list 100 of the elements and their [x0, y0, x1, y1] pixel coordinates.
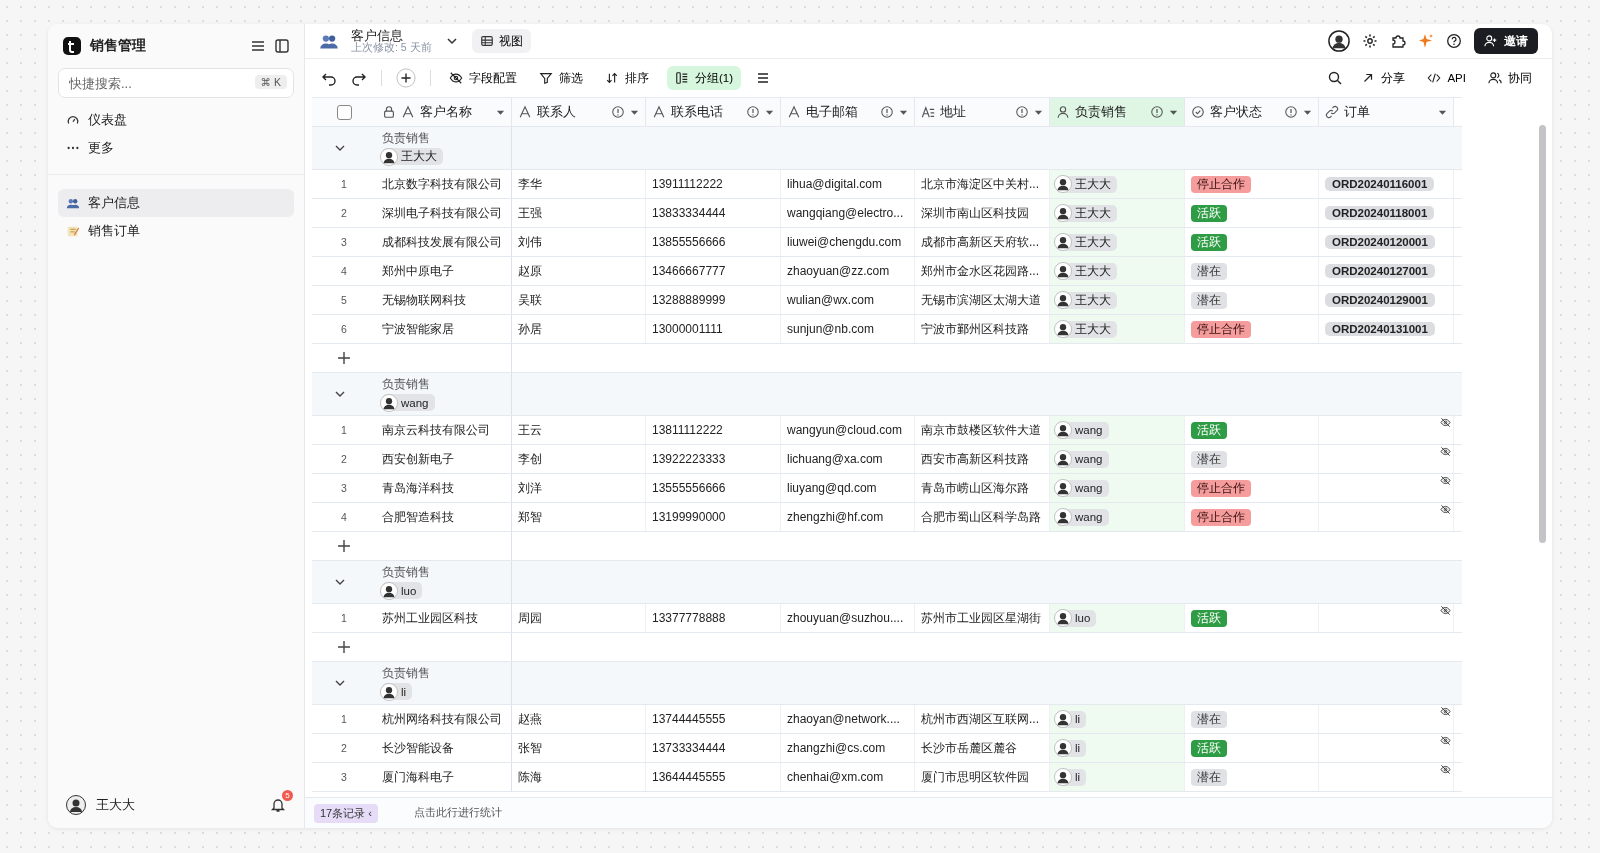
column-header[interactable]: 联系人: [512, 98, 646, 126]
table-cell: 青岛海洋科技: [376, 474, 512, 502]
row-number: 1: [340, 712, 348, 727]
row-number: 4: [340, 510, 348, 525]
nav-item[interactable]: 更多: [58, 134, 294, 162]
table-cell: 13855556666: [646, 228, 781, 256]
last-modified: 上次修改: 5 天前: [351, 42, 432, 54]
record-count[interactable]: 17条记录 ‹: [314, 803, 378, 823]
avatar-icon: [1054, 320, 1072, 338]
filter-icon: [539, 71, 553, 85]
column-title: 负责销售: [1075, 103, 1127, 121]
user-chip: wang: [382, 394, 435, 411]
select-all-checkbox[interactable]: [336, 104, 352, 120]
status-tag: 活跃: [1191, 609, 1227, 627]
field-config-button[interactable]: 字段配置: [445, 66, 521, 90]
text-type-icon: [652, 105, 666, 119]
filter-button[interactable]: 筛选: [535, 66, 587, 90]
stats-hint[interactable]: 点击此行进行统计: [413, 806, 502, 820]
user-chip: li: [1056, 768, 1087, 786]
code-icon: [1427, 71, 1442, 85]
info-icon[interactable]: [1284, 105, 1298, 119]
table-cell: lihua@digital.com: [781, 170, 915, 198]
user-chip: li: [1056, 710, 1087, 728]
info-icon[interactable]: [746, 105, 760, 119]
table-cell: 陈海: [512, 763, 646, 791]
view-button[interactable]: 视图: [471, 29, 531, 53]
status-tag: 活跃: [1191, 421, 1227, 439]
table-cell: 13644445555: [646, 763, 781, 791]
info-icon[interactable]: [880, 105, 894, 119]
table-cell: wangyun@cloud.com: [781, 416, 915, 444]
api-button[interactable]: API: [1423, 66, 1470, 90]
group-button[interactable]: 分组(1): [667, 66, 742, 90]
sort-button[interactable]: 排序: [601, 66, 653, 90]
user-chip: luo: [1056, 609, 1097, 627]
column-header[interactable]: 客户名称: [376, 98, 512, 126]
share-button[interactable]: 分享: [1357, 66, 1410, 90]
eye-slash-icon: [1440, 475, 1451, 486]
settings-icon[interactable]: [1362, 33, 1378, 49]
add-row-icon[interactable]: [336, 350, 352, 366]
sidebar-toggle-icon[interactable]: [274, 38, 290, 54]
table-cell: 13377778888: [646, 604, 781, 632]
search-icon[interactable]: [1327, 70, 1344, 86]
nav-item[interactable]: 仪表盘: [58, 106, 294, 134]
menu-icon[interactable]: [250, 38, 266, 54]
table-cell: 合肥智造科技: [376, 503, 512, 531]
table-cell: zhaoyuan@zz.com: [781, 257, 915, 285]
avatar-icon: [380, 581, 398, 600]
bell-icon[interactable]: [270, 797, 286, 813]
avatar-icon: [1054, 768, 1072, 786]
invite-button[interactable]: 邀请: [1474, 28, 1538, 54]
user-chip: wang: [1056, 479, 1109, 497]
person-icon: [1056, 105, 1070, 119]
scrollbar[interactable]: [1539, 125, 1546, 543]
help-icon[interactable]: [1446, 33, 1462, 49]
table-cell: sunjun@nb.com: [781, 315, 915, 343]
column-title: 客户名称: [420, 103, 472, 121]
avatar-icon[interactable]: [1328, 30, 1350, 52]
add-row-icon[interactable]: [336, 538, 352, 554]
info-icon[interactable]: [1150, 105, 1164, 119]
table-cell: 张智: [512, 734, 646, 762]
table-cell: wulian@wx.com: [781, 286, 915, 314]
column-header[interactable]: 地址: [915, 98, 1050, 126]
table-cell: 长沙智能设备: [376, 734, 512, 762]
add-row-icon[interactable]: [336, 639, 352, 655]
row-number: 3: [340, 770, 348, 785]
column-header[interactable]: 客户状态: [1185, 98, 1319, 126]
row-number: 2: [340, 741, 348, 756]
row-number: 4: [340, 264, 348, 279]
table-nav-item[interactable]: 销售订单: [58, 217, 294, 245]
eye-slash-icon: [1440, 735, 1451, 746]
column-header[interactable]: 电子邮箱: [781, 98, 915, 126]
sparkle-icon[interactable]: [1418, 33, 1434, 49]
status-tag: 潜在: [1191, 291, 1227, 309]
lock-icon: [382, 105, 396, 119]
user-chip: wang: [1056, 421, 1109, 439]
user-chip: li: [382, 683, 413, 700]
info-icon[interactable]: [1015, 105, 1029, 119]
eye-slash-icon: [1440, 605, 1451, 616]
row-number: 6: [340, 322, 348, 337]
status-tag: 停止合作: [1191, 479, 1251, 497]
row-number: 3: [340, 235, 348, 250]
table-cell: 吴联: [512, 286, 646, 314]
group-field-label: 负责销售: [382, 565, 430, 580]
app-logo-icon: [62, 36, 82, 56]
table-nav-item[interactable]: 客户信息: [58, 189, 294, 217]
puzzle-icon[interactable]: [1390, 33, 1406, 49]
long-text-icon: [921, 105, 935, 119]
column-header[interactable]: 订单: [1319, 98, 1454, 126]
avatar-icon: [1054, 739, 1072, 757]
column-header[interactable]: 负责销售: [1050, 98, 1185, 126]
table-cell: 深圳电子科技有限公司: [376, 199, 512, 227]
info-icon[interactable]: [611, 105, 625, 119]
row-number: 5: [340, 293, 348, 308]
row-number: 1: [340, 177, 348, 192]
table-cell: 郑智: [512, 503, 646, 531]
collaborate-button[interactable]: 协同: [1484, 66, 1536, 90]
column-header[interactable]: 联系电话: [646, 98, 781, 126]
avatar-icon: [1054, 609, 1072, 627]
add-icon[interactable]: [396, 68, 416, 88]
order-tag: ORD20240131001: [1325, 322, 1435, 336]
